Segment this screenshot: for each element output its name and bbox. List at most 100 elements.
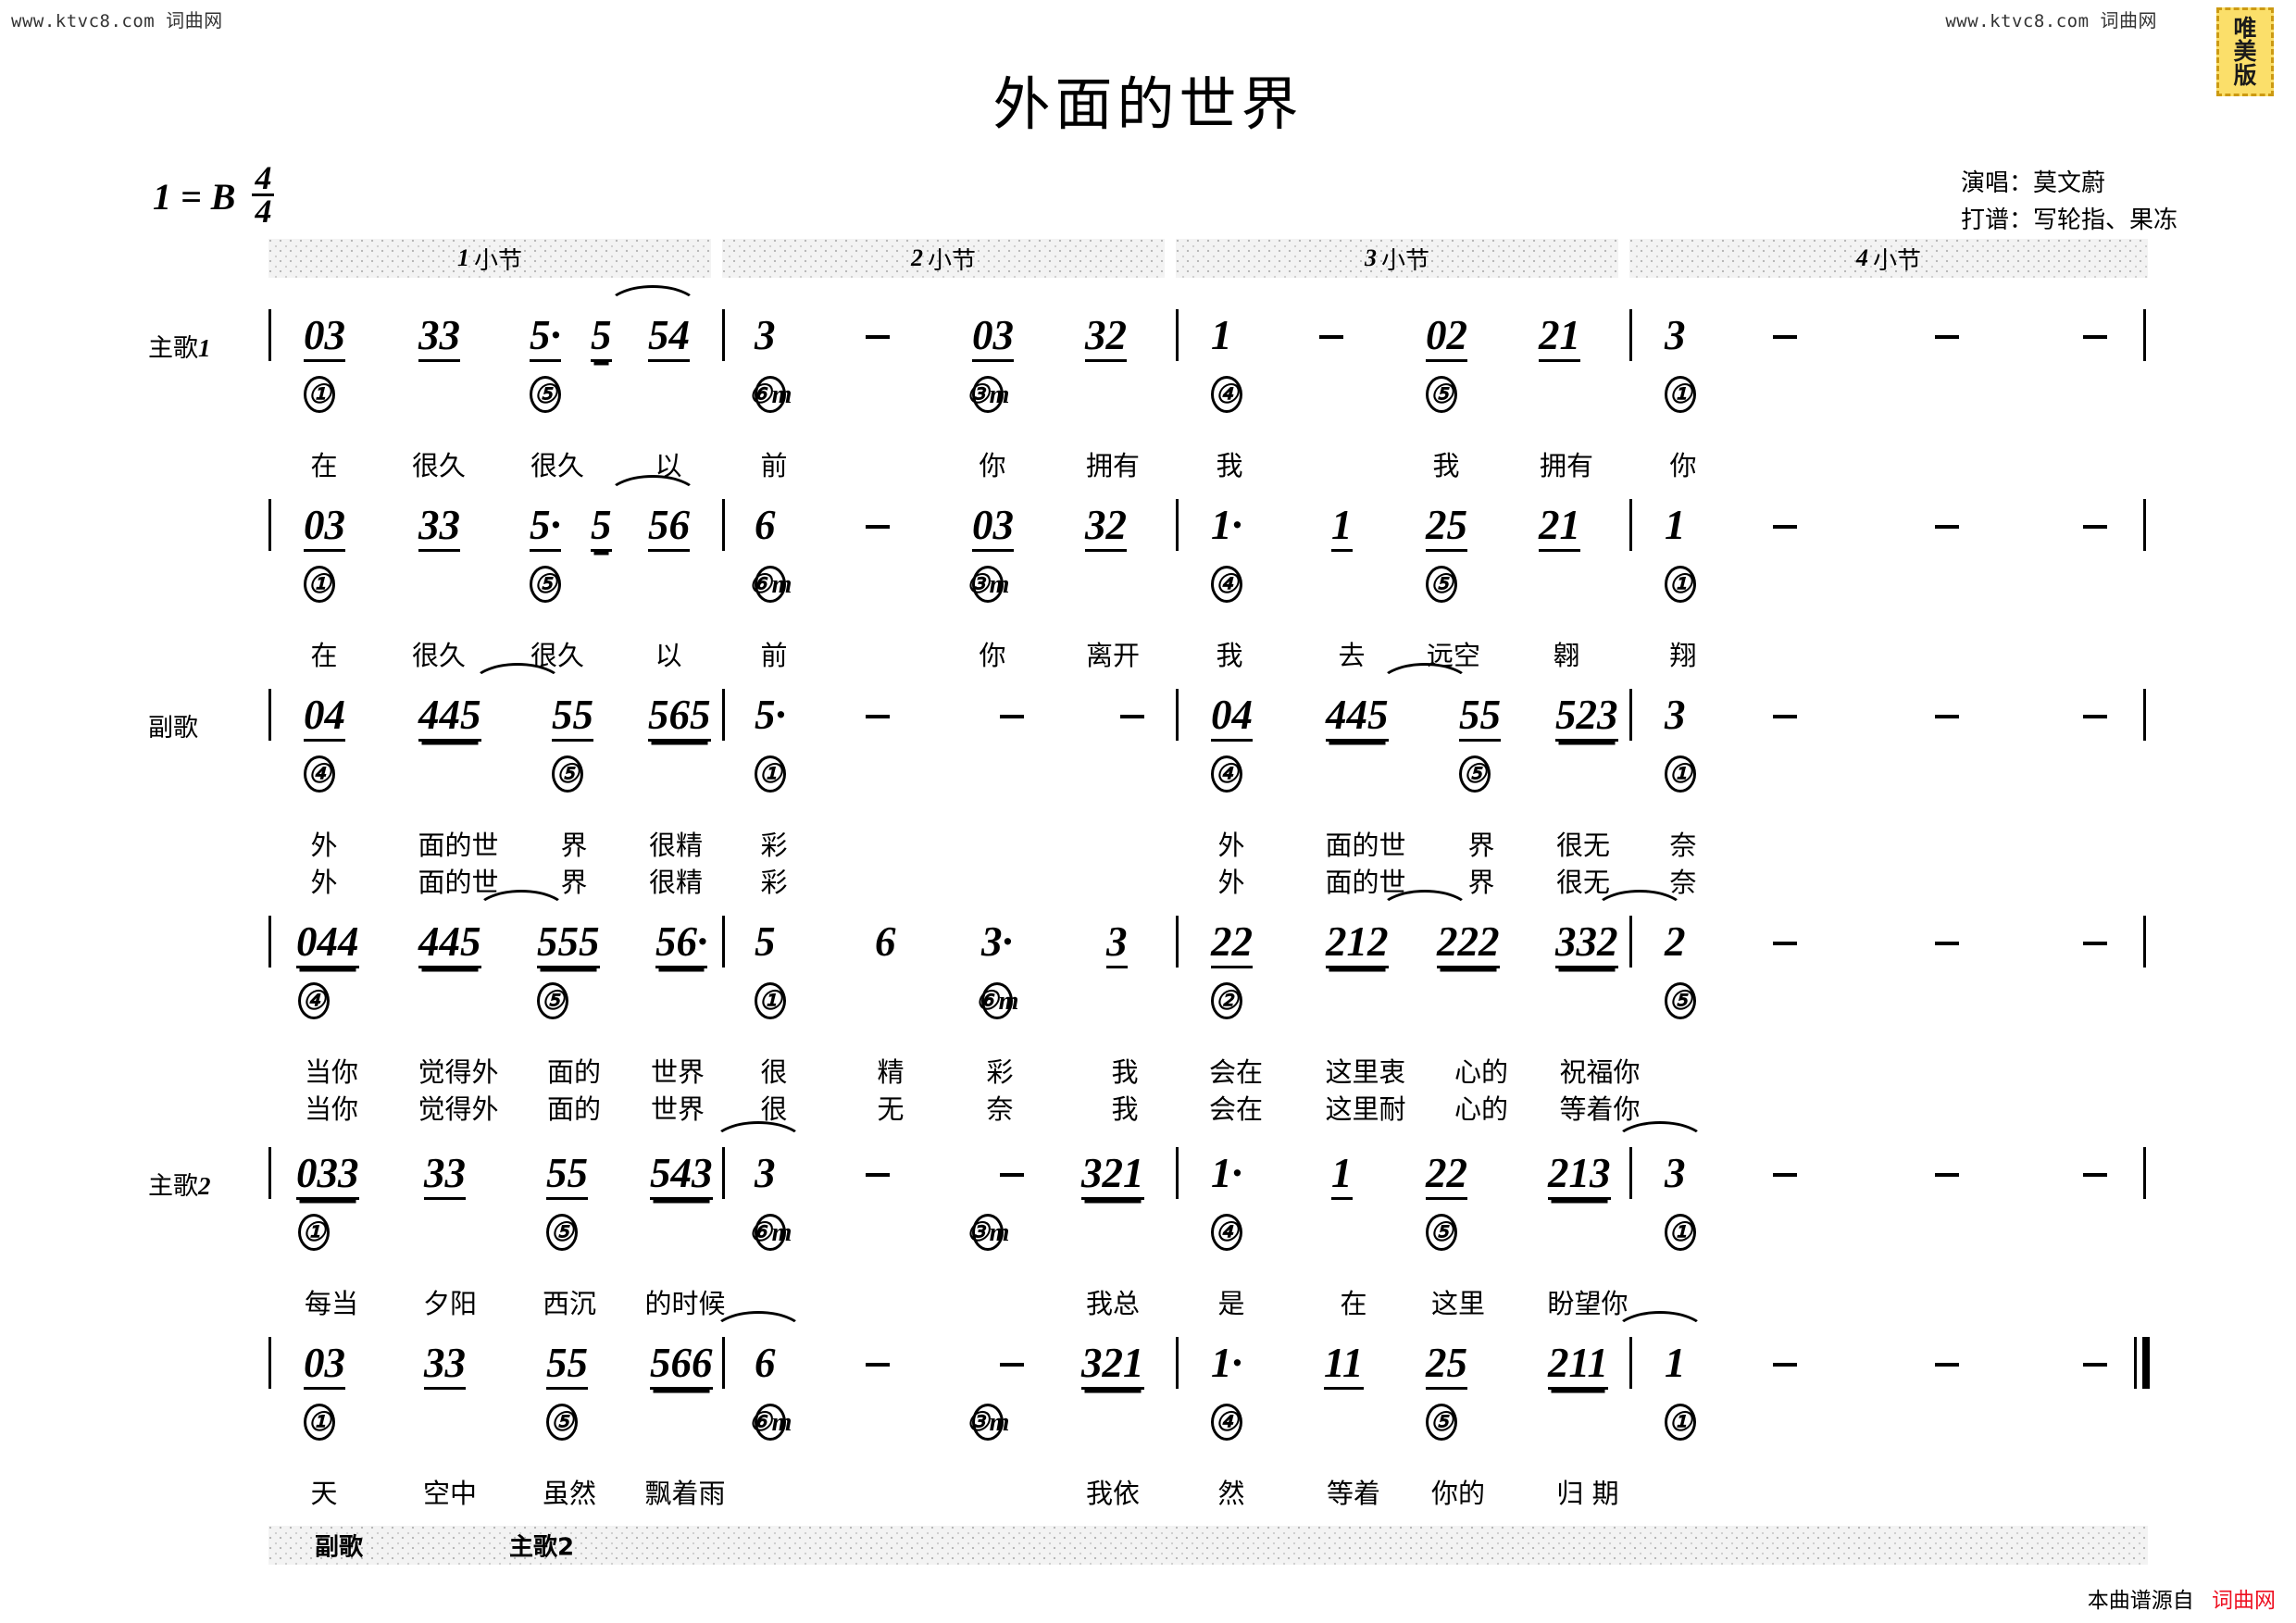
footer-band: 副歌 主歌2 [268, 1526, 2148, 1565]
chord-degree: ① [304, 1404, 335, 1441]
lyric-syllable: 界 [560, 830, 588, 861]
chord-degree: ⑤ [546, 1214, 578, 1251]
hold-dash [1773, 1363, 1797, 1367]
note-token: 3 [1665, 312, 1686, 358]
chord-symbol: ③m [967, 566, 1009, 603]
lyric-syllable: 心的 [1454, 1093, 1509, 1125]
chord-degree: ④ [298, 982, 330, 1019]
note-token: 5 [755, 918, 776, 965]
lyric-syllable: 很无 [1555, 830, 1611, 861]
chord-degree: ① [755, 755, 786, 793]
barline [722, 1337, 725, 1389]
lyric-syllable: 当你 [304, 1093, 359, 1125]
lyric-syllable: 界 [1467, 867, 1495, 898]
chord-symbol: ⑥m [749, 1404, 792, 1441]
note-token: 1 [1331, 505, 1353, 552]
note-token: 22 [1426, 1153, 1467, 1200]
note-token: 044 [296, 921, 359, 968]
watermark-site-right: 词曲网 [2100, 9, 2157, 31]
chord-degree: ② [1211, 982, 1242, 1019]
final-barline-thick [2142, 1337, 2150, 1389]
notes-row-5: 033 33 55 543 3 321 1· 1 22 213 3 [268, 1121, 2148, 1210]
hold-dash [1773, 715, 1797, 718]
chord-symbol: ① [1665, 1214, 1696, 1251]
lyric-syllable: 界 [1467, 830, 1495, 861]
chord-symbol: ④ [298, 982, 330, 1019]
note-token: 02 [1426, 315, 1467, 362]
chords-row-6: ① ⑤ ⑥m ③m ④ ⑤ ① [268, 1404, 2148, 1446]
section-label-verse-1-sup: 1 [198, 334, 211, 362]
barline [1629, 499, 1632, 551]
lyric-syllable: 面的 [546, 1093, 602, 1125]
barline [722, 499, 725, 551]
note-token: 332 [1555, 921, 1618, 968]
note-token: 25 [1426, 1342, 1467, 1390]
lyric-syllable: 面的 [546, 1056, 602, 1088]
watermark-url-left: www.ktvc8.com [11, 11, 156, 31]
barline [2143, 309, 2146, 361]
measure-band-1-label: 小节 [473, 246, 522, 275]
note-token: 213 [1548, 1153, 1611, 1200]
chord-symbol: ④ [1211, 376, 1242, 413]
lyric-syllable: 盼望你 [1547, 1288, 1628, 1319]
lyric-syllable: 然 [1217, 1478, 1245, 1509]
hold-dash [866, 525, 890, 529]
chord-symbol: ① [755, 982, 786, 1019]
chord-symbol: ④ [1211, 566, 1242, 603]
chord-degree: ⑤ [537, 982, 568, 1019]
note-token: 5 [591, 315, 612, 362]
note-token: 212 [1326, 921, 1389, 968]
note-token: 22 [1211, 921, 1253, 968]
notes-row-2: 03 33 5· 5 56 6 03 32 1· 1 25 21 1 [268, 475, 2148, 562]
slur [711, 1121, 805, 1144]
chord-degree: ③m [967, 566, 1009, 603]
chord-degree: ③m [967, 376, 1009, 413]
lyric-syllable: 界 [560, 867, 588, 898]
hold-dash [866, 1363, 890, 1367]
note-token: 21 [1539, 505, 1580, 552]
footer-label-chorus: 副歌 [315, 1533, 364, 1562]
barline [1176, 499, 1179, 551]
chords-row-2: ① ⑤ ⑥m ③m ④ ⑤ ① [268, 566, 2148, 608]
lyric-syllable: 我总 [1085, 1288, 1141, 1319]
barline [268, 1147, 271, 1199]
chord-degree: ⑤ [1426, 1214, 1457, 1251]
lyric-syllable: 奈 [1669, 867, 1697, 898]
note-token: 55 [1459, 694, 1501, 742]
measure-band-3: 3 小节 [1176, 239, 1618, 278]
source-note: 本曲谱源自 词曲网 [2088, 1582, 2276, 1614]
hold-dash [2083, 942, 2107, 945]
chord-degree: ③m [967, 1404, 1009, 1441]
notes-row-6: 03 33 55 566 6 321 1· 11 25 211 1 [268, 1311, 2150, 1400]
chord-degree: ④ [304, 755, 335, 793]
chord-degree: ⑤ [1459, 755, 1491, 793]
hold-dash [2083, 1363, 2107, 1367]
note-token: 445 [1326, 694, 1389, 742]
note-token: 04 [1211, 694, 1253, 742]
lyric-syllable: 很精 [648, 867, 704, 898]
time-signature-denominator: 4 [255, 193, 272, 231]
section-label-verse-1-text: 主歌 [148, 334, 198, 363]
hold-dash [1000, 715, 1024, 718]
chord-symbol: ② [1211, 982, 1242, 1019]
note-token: 11 [1324, 1342, 1364, 1390]
chord-degree: ① [1665, 1214, 1696, 1251]
note-token: 211 [1548, 1342, 1609, 1390]
chord-symbol: ⑤ [1459, 755, 1491, 793]
note-token: 54 [648, 315, 690, 362]
hold-dash [1935, 715, 1959, 718]
note-token: 56· [655, 921, 708, 968]
note-token: 55 [552, 694, 593, 742]
lyric-syllable: 奈 [1669, 830, 1697, 861]
note-token: 3 [1665, 1150, 1686, 1196]
lyric-syllable: 我 [1216, 450, 1243, 481]
note-token: 1 [1211, 312, 1232, 358]
notes-row-4: 044 445 555 56· 5 6 3· 3 22 212 222 332 … [268, 890, 2148, 979]
chord-symbol: ⑥m [749, 1214, 792, 1251]
chord-symbol: ① [304, 376, 335, 413]
note-token: 33 [418, 505, 460, 552]
chord-symbol: ① [304, 566, 335, 603]
lyric-syllable: 精 [877, 1056, 905, 1088]
note-token: 03 [304, 505, 345, 552]
chord-degree: ① [1665, 755, 1696, 793]
